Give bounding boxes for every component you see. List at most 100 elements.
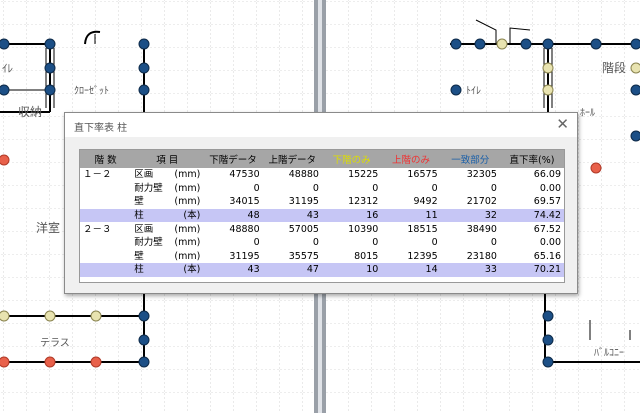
table-row[interactable]: 耐力壁 (mm) 0 0 0 0 0 0.00 <box>80 236 564 250</box>
cell-value: 57005 <box>288 223 319 235</box>
cell-floor <box>80 250 131 264</box>
label-balcony: ﾊﾞﾙｺﾆｰ <box>594 347 624 359</box>
cell-value: 31195 <box>229 250 260 262</box>
lower-only-marker <box>496 38 508 50</box>
cell-floor: １－２ <box>83 169 112 181</box>
item-label: 柱 <box>134 264 144 276</box>
upper-only-marker <box>0 356 10 368</box>
pillar-marker <box>520 38 532 50</box>
cell-item: 区画 (mm) <box>131 222 203 236</box>
pillar-marker <box>0 38 10 50</box>
item-unit: (mm) <box>174 223 201 235</box>
pillar-marker <box>138 310 150 322</box>
pillar-marker <box>630 38 640 50</box>
pillar-marker <box>590 38 602 50</box>
dialog-title: 直下率表 柱 <box>74 123 128 134</box>
pillar-marker <box>44 62 56 74</box>
pillar-marker <box>44 84 56 96</box>
cell-value: 16 <box>321 208 382 223</box>
table-row[interactable]: 柱 (本) 48 43 16 11 32 74.42 <box>80 208 564 223</box>
pillar-marker <box>542 38 554 50</box>
table-body: １－２ 区画 (mm) 47530 48880 15225 16575 32305 66.09 耐… <box>80 168 564 277</box>
lower-only-marker <box>44 310 56 322</box>
cell-value: 43 <box>262 208 322 223</box>
cell-value: 0.00 <box>539 182 561 194</box>
cell-value: 47 <box>262 263 322 277</box>
item-unit: (mm) <box>174 169 201 181</box>
upper-only-marker <box>0 154 10 166</box>
cell-value: 10 <box>321 263 382 277</box>
table-row[interactable]: ２－３ 区画 (mm) 48880 57005 10390 18515 38490 67.52 <box>80 222 564 236</box>
header-upper-data[interactable]: 上階データ <box>262 150 322 168</box>
header-lower-only[interactable]: 下階のみ <box>321 150 382 168</box>
upper-only-marker <box>44 356 56 368</box>
cell-value: 48 <box>203 208 263 223</box>
cell-item: 柱 (本) <box>131 208 204 223</box>
header-item[interactable]: 項 目 <box>131 150 204 168</box>
cell-value: 14 <box>381 263 441 277</box>
header-lower-data[interactable]: 下階データ <box>203 150 263 168</box>
cell-value: 69.57 <box>533 196 561 208</box>
header-ratio[interactable]: 直下率(%) <box>499 150 564 168</box>
cell-item: 区画 (mm) <box>131 168 203 182</box>
cell-value: 0 <box>312 237 319 249</box>
item-unit: (mm) <box>174 196 201 208</box>
ratio-table: 階 数 項 目 下階データ 上階データ 下階のみ 上階のみ 一致部分 直下率(%… <box>80 150 564 277</box>
lower-only-marker <box>90 310 102 322</box>
cell-value: 10390 <box>348 223 379 235</box>
label-storage: 収納 <box>18 105 42 119</box>
cell-floor <box>80 182 131 196</box>
label-toilet-right: ﾄｲﾚ <box>466 86 481 97</box>
cell-value: 0 <box>490 237 497 249</box>
header-floor[interactable]: 階 数 <box>80 150 132 168</box>
close-icon[interactable]: ✕ <box>556 115 569 133</box>
label-hall: ﾎｰﾙ <box>580 107 595 119</box>
cell-value: 0 <box>253 182 260 194</box>
header-upper-only[interactable]: 上階のみ <box>381 150 441 168</box>
lower-only-marker <box>542 62 554 74</box>
pillar-marker <box>474 38 486 50</box>
label-stairs: 階段 <box>602 60 626 75</box>
lower-only-marker <box>542 84 554 96</box>
label-toilet-left: ｲﾚ <box>2 62 13 75</box>
cell-value: 32305 <box>466 169 497 181</box>
cell-value: 48880 <box>288 169 319 181</box>
dialog-titlebar[interactable]: 直下率表 柱 ✕ <box>65 113 577 137</box>
cell-value: 12395 <box>407 250 438 262</box>
cell-value: 8015 <box>354 250 379 262</box>
cell-value: 15225 <box>348 169 379 181</box>
item-label: 柱 <box>134 210 144 222</box>
pillar-marker <box>138 356 150 368</box>
cell-value: 0 <box>372 237 379 249</box>
item-unit: (mm) <box>174 250 201 262</box>
cell-value: 0 <box>431 237 438 249</box>
pillar-marker <box>138 334 150 346</box>
cell-value: 35575 <box>288 250 319 262</box>
pillar-marker <box>138 38 150 50</box>
cell-value: 65.16 <box>533 250 561 262</box>
pillar-marker <box>138 62 150 74</box>
pillar-marker <box>450 84 462 96</box>
cell-value: 34015 <box>229 196 260 208</box>
table-row[interactable]: 壁 (mm) 31195 35575 8015 12395 23180 65.16 <box>80 250 564 264</box>
cell-floor: ２－３ <box>83 223 112 235</box>
table-header-row: 階 数 項 目 下階データ 上階データ 下階のみ 上階のみ 一致部分 直下率(%… <box>80 150 564 168</box>
item-label: 耐力壁 <box>134 182 163 194</box>
cell-floor <box>80 195 131 209</box>
cell-value: 0 <box>312 182 319 194</box>
table-row[interactable]: 耐力壁 (mm) 0 0 0 0 0 0.00 <box>80 182 564 196</box>
cell-value: 9492 <box>413 196 438 208</box>
ratio-table-dialog: 直下率表 柱 ✕ 階 数 項 目 下階データ 上階データ 下階のみ 上階のみ 一… <box>64 112 578 294</box>
cell-value: 0 <box>490 182 497 194</box>
table-row[interactable]: １－２ 区画 (mm) 47530 48880 15225 16575 32305 66.09 <box>80 168 564 182</box>
cell-item: 耐力壁 (mm) <box>131 182 203 196</box>
cell-item: 耐力壁 (mm) <box>131 236 203 250</box>
pillar-marker <box>0 84 10 96</box>
pillar-marker <box>630 130 640 142</box>
header-match[interactable]: 一致部分 <box>440 150 500 168</box>
table-row[interactable]: 壁 (mm) 34015 31195 12312 9492 21702 69.57 <box>80 195 564 209</box>
pillar-marker <box>630 84 640 96</box>
cell-floor <box>80 263 132 277</box>
cell-value: 11 <box>381 208 441 223</box>
table-row[interactable]: 柱 (本) 43 47 10 14 33 70.21 <box>80 263 564 277</box>
